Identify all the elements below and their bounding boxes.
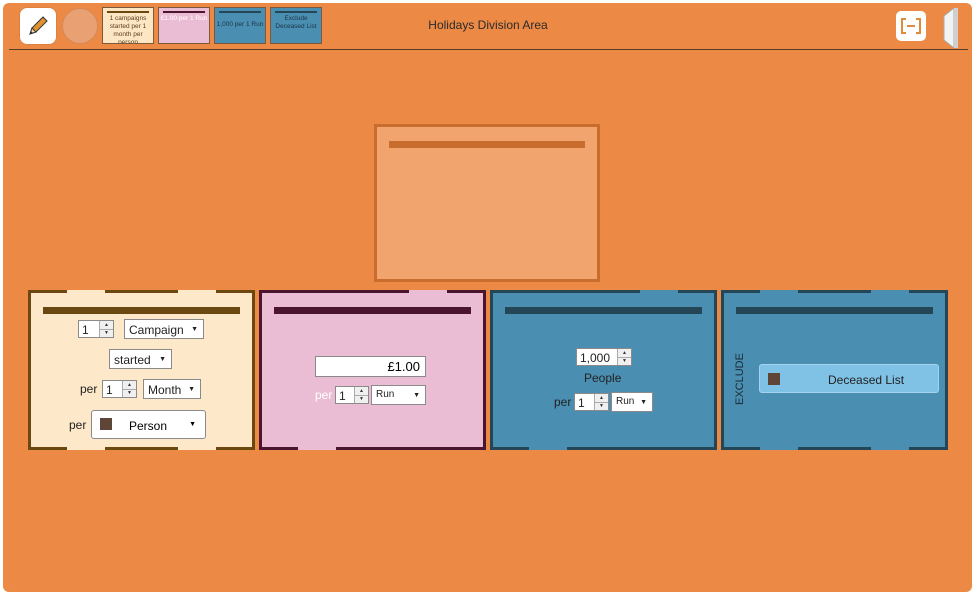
card-notch [871, 447, 909, 450]
thumbnail-people[interactable]: 1,000 per 1 Run [214, 7, 266, 44]
people-card[interactable]: 1,000 ▲ ▼ People per 1 ▲ ▼ Run ▼ [490, 290, 717, 450]
thumbnail-bar [163, 11, 205, 13]
card-header-bar [43, 307, 240, 314]
card-notch [178, 447, 216, 450]
card-notch [871, 290, 909, 293]
deceased-list-label: Deceased List [828, 373, 905, 387]
per-label: per [554, 395, 572, 409]
frame-button[interactable] [896, 11, 926, 41]
money-unit-select[interactable]: Run ▼ [371, 385, 426, 405]
card-notch [640, 290, 678, 293]
stepper-buttons[interactable]: ▲ ▼ [617, 349, 631, 365]
campaign-count-value: 1 [82, 323, 89, 337]
exclude-card[interactable]: EXCLUDE Deceased List [721, 290, 948, 450]
people-amount-stepper[interactable]: 1,000 ▲ ▼ [576, 348, 632, 366]
deceased-list-item[interactable]: Deceased List [759, 364, 939, 393]
thumbnail-text: Exclude Deceased List [275, 15, 317, 30]
thumbnail-text: £1.00 per 1 Run [160, 15, 208, 22]
header-divider [9, 49, 968, 50]
app-canvas: 1 campaigns started per 1 month per pers… [3, 3, 972, 592]
thumbnail-bar [107, 11, 149, 13]
card-notch [529, 447, 567, 450]
campaign-count-stepper[interactable]: 1 ▲ ▼ [78, 320, 114, 338]
card-notch [67, 290, 105, 293]
chevron-down-icon: ▼ [191, 326, 198, 333]
card-notch [298, 447, 336, 450]
stepper-down-icon[interactable]: ▼ [595, 402, 608, 410]
exclude-label: EXCLUDE [734, 353, 746, 405]
card-notch [67, 447, 105, 450]
card-header-bar [736, 307, 933, 314]
money-count-stepper[interactable]: 1 ▲ ▼ [335, 386, 369, 404]
circle-button[interactable] [62, 8, 98, 44]
amount-value: £1.00 [387, 359, 420, 374]
per-label: per [69, 418, 87, 432]
drop-zone-card[interactable] [374, 124, 600, 282]
thumbnail-exclude[interactable]: Exclude Deceased List [270, 7, 322, 44]
person-icon [100, 418, 112, 430]
stepper-buttons[interactable]: ▲ ▼ [122, 381, 136, 397]
campaign-type-select[interactable]: Campaign ▼ [124, 319, 204, 339]
stepper-down-icon[interactable]: ▼ [618, 357, 631, 365]
period-count-value: 1 [106, 383, 113, 397]
period-unit-select[interactable]: Month ▼ [143, 379, 201, 399]
chevron-down-icon: ▼ [159, 356, 166, 363]
thumbnail-money[interactable]: £1.00 per 1 Run [158, 7, 210, 44]
edit-button[interactable] [20, 8, 56, 44]
chevron-down-icon: ▼ [413, 392, 420, 399]
per-label: per [315, 388, 333, 402]
thumbnail-bar [219, 11, 261, 13]
brackets-icon [901, 18, 921, 34]
card-header-bar [389, 141, 585, 148]
stepper-down-icon[interactable]: ▼ [123, 389, 136, 397]
pencil-icon [29, 16, 48, 35]
amount-input[interactable]: £1.00 [315, 356, 426, 377]
money-card[interactable]: £1.00 per 1 ▲ ▼ Run ▼ [259, 290, 486, 450]
collapse-panel-button[interactable] [940, 6, 958, 50]
card-header-bar [505, 307, 702, 314]
people-amount-value: 1,000 [580, 351, 611, 365]
card-notch [760, 447, 798, 450]
people-unit-select[interactable]: Run ▼ [611, 392, 653, 412]
money-unit-value: Run [376, 389, 395, 400]
people-unit-value: Run [616, 396, 635, 407]
card-notch [409, 290, 447, 293]
campaign-type-value: Campaign [129, 323, 184, 337]
stepper-down-icon[interactable]: ▼ [355, 395, 368, 403]
stepper-buttons[interactable]: ▲ ▼ [354, 387, 368, 403]
campaign-status-select[interactable]: started ▼ [109, 349, 172, 369]
card-notch [178, 290, 216, 293]
people-label: People [584, 371, 622, 385]
subject-select[interactable]: Person ▼ [91, 410, 206, 439]
thumbnail-text: 1,000 per 1 Run [216, 21, 264, 28]
card-header-bar [274, 307, 471, 314]
subject-value: Person [129, 419, 168, 433]
chevron-down-icon: ▼ [188, 386, 195, 393]
campaign-status-value: started [114, 353, 151, 367]
per-label: per [80, 382, 98, 396]
campaign-card[interactable]: 1 ▲ ▼ Campaign ▼ started ▼ per 1 ▲ ▼ Month… [28, 290, 255, 450]
money-count-value: 1 [339, 389, 346, 403]
stepper-buttons[interactable]: ▲ ▼ [99, 321, 113, 337]
list-icon [768, 373, 780, 385]
thumbnail-text: 1 campaigns started per 1 month per pers… [109, 15, 147, 44]
people-count-stepper[interactable]: 1 ▲ ▼ [574, 393, 609, 411]
thumbnail-campaign[interactable]: 1 campaigns started per 1 month per pers… [102, 7, 154, 44]
chevron-down-icon: ▼ [189, 421, 196, 428]
people-count-value: 1 [578, 396, 585, 410]
stepper-down-icon[interactable]: ▼ [100, 329, 113, 337]
page-title: Holidays Division Area [428, 18, 548, 32]
chevron-down-icon: ▼ [640, 399, 647, 406]
panel-tab-icon [943, 6, 958, 50]
stepper-buttons[interactable]: ▲ ▼ [594, 394, 608, 410]
card-notch [760, 290, 798, 293]
period-count-stepper[interactable]: 1 ▲ ▼ [102, 380, 137, 398]
period-unit-value: Month [148, 383, 182, 397]
thumbnail-bar [275, 11, 317, 13]
